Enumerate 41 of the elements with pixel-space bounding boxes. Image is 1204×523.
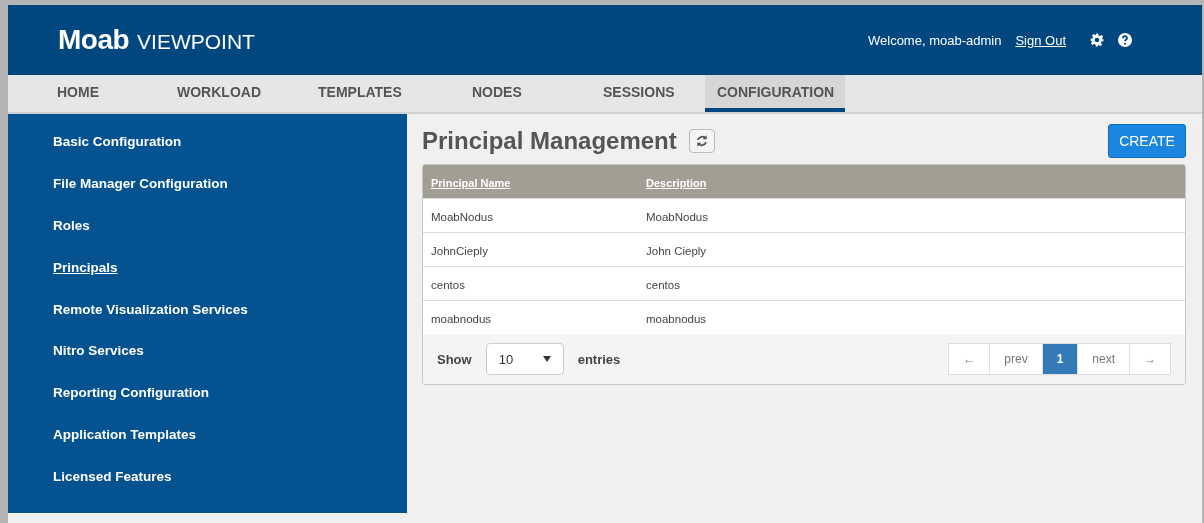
table-cell: JohnCieply — [431, 245, 488, 257]
sidebar-item[interactable]: Reporting Configuration — [53, 385, 209, 401]
sidebar-item[interactable]: Application Templates — [53, 426, 197, 442]
sidebar-item[interactable]: Remote Visualization Services — [53, 301, 248, 317]
settings-icon[interactable] — [1090, 33, 1104, 47]
pagination-button[interactable]: ← — [948, 343, 991, 375]
help-icon[interactable] — [1118, 33, 1132, 47]
table-cell: centos — [646, 279, 680, 291]
pagination-button[interactable]: prev — [989, 343, 1043, 375]
page-title: Principal Management — [422, 127, 677, 155]
sidebar-item[interactable]: Licensed Features — [53, 468, 172, 484]
table-cell: MoabNodus — [646, 211, 708, 223]
sidebar-item[interactable]: Principals — [53, 259, 118, 275]
pagination-button[interactable]: next — [1077, 343, 1130, 375]
create-button[interactable]: CREATE — [1108, 124, 1186, 158]
refresh-icon — [694, 134, 709, 148]
table-cell: moabnodus — [646, 313, 707, 325]
logo-wordmark: Moab — [58, 24, 130, 56]
refresh-button[interactable] — [688, 129, 715, 153]
table-cell: centos — [431, 279, 465, 291]
sidebar-item[interactable]: File Manager Configuration — [53, 176, 228, 192]
table-cell: John Cieply — [646, 245, 707, 257]
nav-tab[interactable]: TEMPLATES — [306, 75, 460, 112]
sign-out-link[interactable]: Sign Out — [1015, 32, 1066, 48]
nav-tab[interactable]: HOME — [45, 75, 165, 112]
sidebar-item[interactable]: Basic Configuration — [53, 134, 182, 150]
page-size-select[interactable]: 10 — [485, 343, 564, 375]
logo-subtitle: VIEWPOINT — [137, 30, 255, 54]
nav-tab[interactable]: CONFIGURATION — [705, 75, 845, 112]
table-cell: moabnodus — [431, 313, 492, 325]
sidebar-item[interactable]: Roles — [53, 218, 90, 233]
nav-tab[interactable]: WORKLOAD — [165, 75, 306, 112]
table-cell: MoabNodus — [431, 211, 493, 223]
nav-tab[interactable]: SESSIONS — [591, 75, 705, 112]
nav-tab[interactable]: NODES — [460, 75, 591, 112]
sidebar-item[interactable]: Nitro Services — [53, 343, 144, 359]
welcome-text: Welcome, moab-admin — [868, 32, 1002, 48]
show-label: Show — [437, 351, 472, 367]
pagination-button[interactable]: → — [1129, 343, 1171, 375]
caret-icon — [542, 356, 551, 362]
entries-label: entries — [577, 351, 621, 367]
